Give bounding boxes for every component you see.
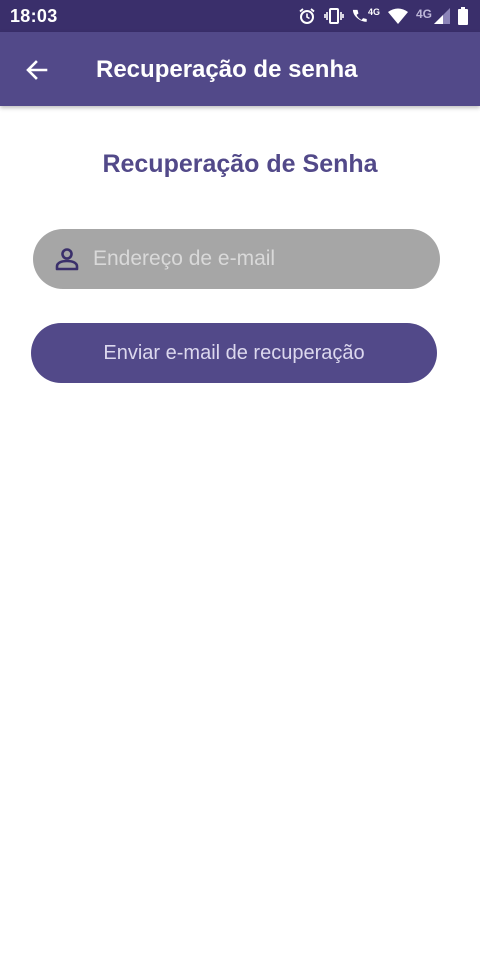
- status-bar: 18:03 4G 4G: [0, 0, 480, 32]
- network-label: 4G: [415, 7, 432, 21]
- app-bar-title: Recuperação de senha: [96, 56, 358, 83]
- email-field[interactable]: [33, 229, 440, 289]
- battery-icon: [458, 7, 468, 25]
- call-network-label: 4G: [367, 7, 380, 17]
- alarm-icon: [298, 7, 316, 25]
- wifi-icon: [387, 8, 408, 24]
- cellular-signal-icon: 4G: [416, 8, 450, 24]
- person-icon: [53, 245, 81, 273]
- send-recovery-email-button[interactable]: Enviar e-mail de recuperação: [31, 323, 437, 383]
- wifi-call-icon: 4G: [352, 8, 380, 24]
- status-time: 18:03: [10, 6, 58, 26]
- email-input[interactable]: [93, 229, 423, 289]
- app-bar: Recuperação de senha: [0, 32, 480, 106]
- page-title: Recuperação de Senha: [102, 150, 378, 178]
- vibrate-icon: [324, 7, 344, 25]
- status-icons: 4G 4G: [298, 6, 468, 26]
- password-recovery-screen: 18:03 4G 4G Recuperação de senha Recuper…: [0, 0, 480, 960]
- arrow-left-icon: [22, 60, 52, 89]
- back-button[interactable]: [22, 55, 52, 85]
